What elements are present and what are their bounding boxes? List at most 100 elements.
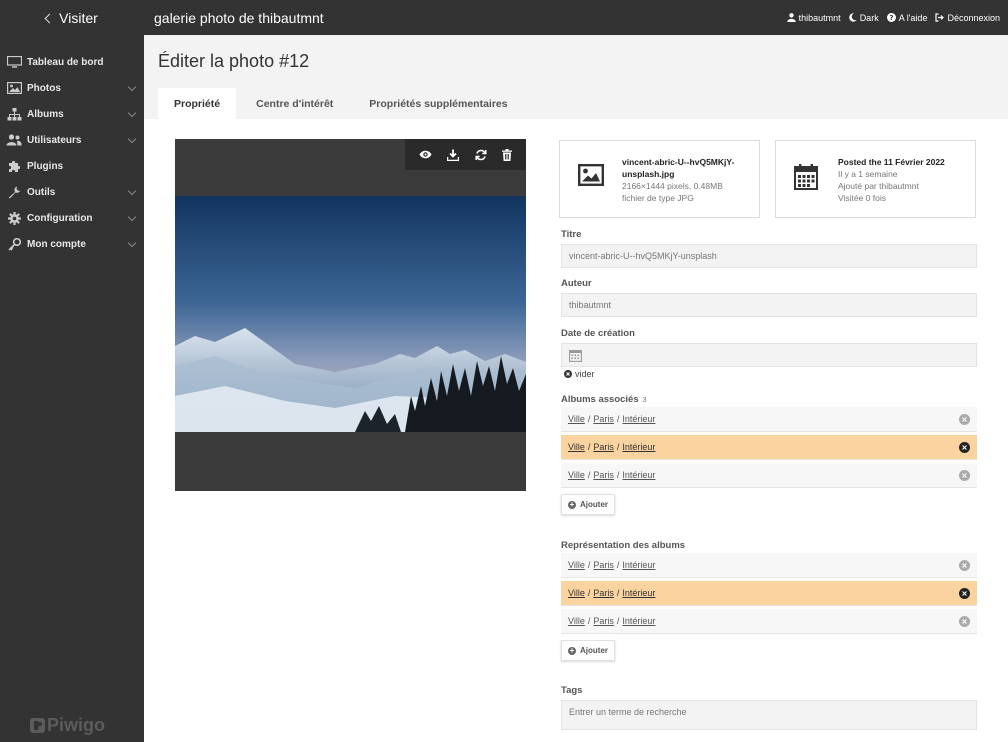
remove-album-button[interactable] <box>959 442 970 453</box>
album-path-link[interactable]: Intérieur <box>622 560 655 570</box>
sidebar-item-photos[interactable]: Photos <box>0 75 144 101</box>
album-path-link[interactable]: Ville <box>568 588 585 598</box>
represent-label: Représentation des albums <box>561 540 686 551</box>
image-icon <box>578 164 605 191</box>
path-separator: / <box>616 470 620 480</box>
albums-count: 3 <box>642 397 647 404</box>
sidebar-item-label: Mon compte <box>27 238 86 250</box>
trash-icon <box>502 148 513 161</box>
sidebar-item-dashboard[interactable]: Tableau de bord <box>0 49 144 75</box>
calendar-icon <box>794 164 818 195</box>
visit-count: Visitée 0 fois <box>838 193 887 203</box>
album-path-link[interactable]: Paris <box>593 560 614 570</box>
remove-represent-button[interactable] <box>959 616 970 627</box>
tab-extra-properties[interactable]: Propriétés supplémentaires <box>353 88 523 119</box>
download-icon <box>447 149 460 161</box>
album-path-link[interactable]: Paris <box>593 442 614 452</box>
remove-represent-button[interactable] <box>959 560 970 571</box>
page-title: Éditer la photo #12 <box>158 51 310 71</box>
sidebar-item-label: Photos <box>27 82 61 94</box>
path-separator: / <box>616 616 620 626</box>
title-input[interactable]: vincent-abric-U--hvQ5MKjY-unsplash <box>561 244 977 268</box>
album-path-link[interactable]: Ville <box>568 442 585 452</box>
sidebar-item-label: Tableau de bord <box>27 56 104 68</box>
tab-properties[interactable]: Propriété <box>158 88 237 119</box>
album-path-link[interactable]: Paris <box>593 470 614 480</box>
path-separator: / <box>616 588 620 598</box>
logout-icon <box>935 13 945 22</box>
clear-date-link[interactable]: vider <box>564 369 595 379</box>
top-nav: thibautmnt Dark ? A l'aide Déconnexion <box>786 0 1000 35</box>
user-icon <box>786 13 796 22</box>
album-row: Ville / Paris / Intérieur <box>561 463 977 488</box>
album-path-link[interactable]: Intérieur <box>622 442 655 452</box>
key-icon <box>6 237 22 251</box>
refresh-icon <box>475 149 487 160</box>
download-button[interactable] <box>447 149 460 161</box>
properties-panel: vincent-abric-U--hvQ5MKjY-unsplash.jpg 2… <box>144 119 1008 742</box>
eye-icon <box>419 150 432 159</box>
albums-label-text: Albums associés <box>561 394 639 405</box>
album-path-link[interactable]: Ville <box>568 470 585 480</box>
album-path-link[interactable]: Paris <box>593 616 614 626</box>
represent-row: Ville / Paris / Intérieur <box>561 609 977 634</box>
calendar-icon <box>569 349 582 362</box>
sidebar-item-label: Utilisateurs <box>27 134 82 146</box>
close-icon <box>962 473 967 478</box>
chevron-down-icon <box>127 212 137 222</box>
remove-represent-button[interactable] <box>959 588 970 599</box>
album-path-link[interactable]: Intérieur <box>622 414 655 424</box>
add-album-button[interactable]: + Ajouter <box>561 494 615 515</box>
site-title[interactable]: galerie photo de thibautmnt <box>154 10 324 26</box>
path-separator: / <box>587 588 591 598</box>
sidebar-item-users[interactable]: Utilisateurs <box>0 127 144 153</box>
path-separator: / <box>587 560 591 570</box>
path-separator: / <box>616 560 620 570</box>
close-icon <box>962 619 967 624</box>
date-input[interactable] <box>561 343 977 367</box>
album-path-link[interactable]: Ville <box>568 560 585 570</box>
sync-button[interactable] <box>475 149 487 161</box>
topbar: galerie photo de thibautmnt thibautmnt D… <box>144 0 1008 35</box>
file-dimensions: 2166×1444 pixels, 0.48MB <box>622 181 723 191</box>
remove-album-button[interactable] <box>959 470 970 481</box>
album-path-link[interactable]: Ville <box>568 414 585 424</box>
tab-focus-point[interactable]: Centre d'intérêt <box>240 88 349 119</box>
album-path-link[interactable]: Ville <box>568 616 585 626</box>
monitor-icon <box>6 55 22 69</box>
sidebar-item-plugins[interactable]: Plugins <box>0 153 144 179</box>
tab-bar: Propriété Centre d'intérêt Propriétés su… <box>158 88 524 119</box>
album-path-link[interactable]: Intérieur <box>622 588 655 598</box>
album-path-link[interactable]: Paris <box>593 588 614 598</box>
represent-row: Ville / Paris / Intérieur <box>561 553 977 578</box>
sidebar-item-account[interactable]: Mon compte <box>0 231 144 257</box>
visit-link[interactable]: Visiter <box>0 0 144 35</box>
sidebar-item-label: Albums <box>27 108 64 120</box>
clear-date-label: vider <box>575 369 595 379</box>
remove-album-button[interactable] <box>959 414 970 425</box>
path-separator: / <box>616 442 620 452</box>
logout-link[interactable]: Déconnexion <box>935 13 1000 23</box>
posted-ago: Il y a 1 semaine <box>838 169 898 179</box>
album-path-link[interactable]: Paris <box>593 414 614 424</box>
sidebar-item-configuration[interactable]: Configuration <box>0 205 144 231</box>
help-link[interactable]: ? A l'aide <box>886 12 928 23</box>
sidebar-item-albums[interactable]: Albums <box>0 101 144 127</box>
view-button[interactable] <box>419 150 432 159</box>
represent-row: Ville / Paris / Intérieur <box>561 581 977 606</box>
album-path-link[interactable]: Intérieur <box>622 470 655 480</box>
help-label: A l'aide <box>898 12 928 23</box>
puzzle-icon <box>6 159 22 173</box>
chevron-down-icon <box>127 238 137 248</box>
dark-mode-toggle[interactable]: Dark <box>848 13 879 23</box>
tags-input[interactable]: Entrer un terme de recherche <box>561 700 977 730</box>
album-path-link[interactable]: Intérieur <box>622 616 655 626</box>
sidebar-item-tools[interactable]: Outils <box>0 179 144 205</box>
close-icon <box>962 563 967 568</box>
file-type: fichier de type JPG <box>622 193 694 203</box>
delete-button[interactable] <box>502 148 513 161</box>
moon-icon <box>848 13 857 22</box>
add-represent-button[interactable]: + Ajouter <box>561 640 615 661</box>
author-input[interactable]: thibautmnt <box>561 293 977 317</box>
user-link[interactable]: thibautmnt <box>786 13 841 23</box>
